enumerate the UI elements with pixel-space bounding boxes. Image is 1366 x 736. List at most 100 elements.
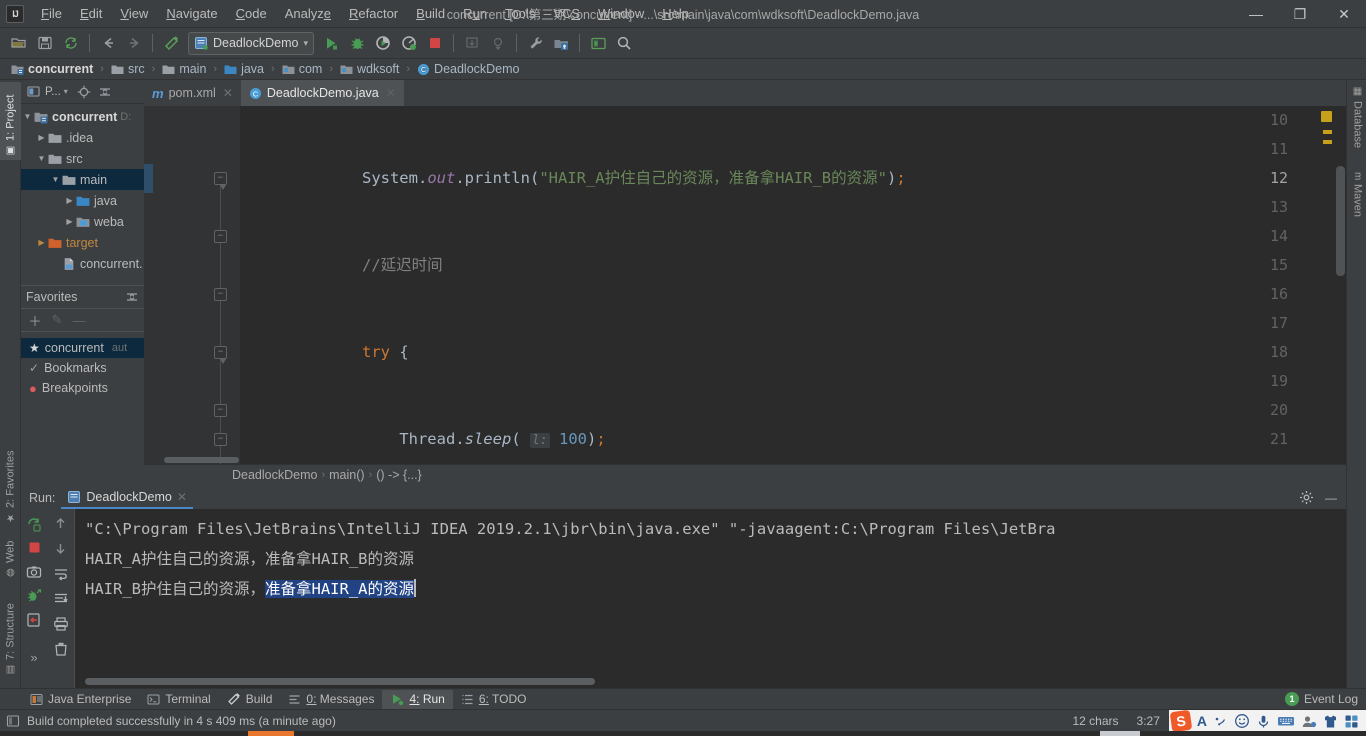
user-icon[interactable] — [1301, 714, 1317, 729]
structure-crumb-method[interactable]: main() — [325, 468, 368, 482]
update-project-icon[interactable] — [460, 31, 484, 55]
menu-item-vcs[interactable]: VCS — [544, 2, 589, 25]
menu-item-help[interactable]: Help — [653, 2, 698, 25]
build-hammer-icon[interactable] — [159, 31, 183, 55]
breadcrumb-item-concurrent[interactable]: concurrent — [8, 62, 96, 76]
clear-all-icon[interactable] — [50, 638, 71, 659]
code-text[interactable]: System.out.println("HAIR_A护住自己的资源，准备拿HAI… — [240, 106, 1306, 485]
close-icon[interactable]: ✕ — [177, 490, 187, 504]
warning-marker[interactable] — [1323, 130, 1332, 134]
minimize-button[interactable]: — — [1234, 0, 1278, 28]
run-icon[interactable] — [319, 31, 343, 55]
event-log-button[interactable]: 1 Event Log — [1284, 692, 1358, 706]
save-all-icon[interactable] — [33, 31, 57, 55]
menu-item-view[interactable]: View — [111, 2, 157, 25]
tool-button-terminal[interactable]: Terminal — [139, 690, 218, 709]
scroll-up-icon[interactable] — [50, 513, 71, 534]
add-icon[interactable]: ＋ — [25, 310, 45, 330]
sidebar-item-maven[interactable]: m Maven — [1347, 168, 1366, 230]
favorites-item-concurrent[interactable]: ★ concurrent aut — [21, 338, 144, 358]
scroll-down-icon[interactable] — [50, 538, 71, 559]
code-fold-toggle[interactable]: − — [214, 230, 227, 243]
code-fold-toggle[interactable]: − — [214, 404, 227, 417]
taskbar-item-active[interactable] — [248, 731, 294, 736]
breadcrumb-item-main[interactable]: main — [159, 62, 209, 76]
sogou-logo-icon[interactable]: S — [1169, 709, 1193, 733]
maximize-button[interactable]: ❐ — [1278, 0, 1322, 28]
tree-node-concurrent-file[interactable]: concurrent. — [21, 253, 144, 274]
screenshot-icon[interactable] — [24, 561, 45, 582]
breadcrumb-item-deadlockdemo[interactable]: C DeadlockDemo — [414, 62, 522, 76]
code-fold-toggle[interactable]: − — [214, 288, 227, 301]
settings-wrench-icon[interactable] — [523, 31, 547, 55]
gear-icon[interactable] — [1297, 489, 1315, 507]
code-editor[interactable]: 10 11 12 13 14 15 16 17 18 19 20 21 − − … — [144, 106, 1346, 485]
menu-item-run[interactable]: Run — [454, 2, 496, 25]
edit-icon[interactable]: ✎ — [47, 310, 67, 330]
code-fold-toggle[interactable]: − — [214, 433, 227, 446]
expand-arrow-icon[interactable]: ▼ — [35, 154, 48, 163]
collapse-all-icon[interactable] — [96, 83, 114, 101]
close-icon[interactable]: ✕ — [386, 86, 396, 100]
input-mode-icon[interactable]: A — [1197, 713, 1207, 729]
editor-vertical-scrollbar[interactable] — [1336, 166, 1345, 276]
code-fold-toggle[interactable]: − — [214, 172, 227, 190]
scroll-to-end-icon[interactable] — [50, 588, 71, 609]
tool-button-messages[interactable]: 0: Messages — [280, 690, 382, 709]
thread-dump-icon[interactable] — [24, 585, 45, 606]
close-button[interactable]: ✕ — [1322, 0, 1366, 28]
menu-item-refactor[interactable]: Refactor — [340, 2, 407, 25]
breadcrumb-item-com[interactable]: com — [279, 62, 326, 76]
tool-button-run[interactable]: 4: Run — [382, 689, 453, 709]
profile-icon[interactable] — [397, 31, 421, 55]
taskbar-item-light[interactable] — [1100, 731, 1140, 736]
forward-arrow-icon[interactable] — [122, 31, 146, 55]
remove-icon[interactable]: — — [69, 310, 89, 330]
tree-node-target[interactable]: ▶ target — [21, 232, 144, 253]
sidebar-item-database[interactable]: ▦ Database — [1347, 82, 1366, 162]
terminal-icon[interactable] — [586, 31, 610, 55]
expand-arrow-icon[interactable]: ▶ — [35, 133, 48, 142]
inspection-status-widget[interactable] — [1321, 111, 1332, 122]
run-tab-deadlockdemo[interactable]: DeadlockDemo ✕ — [61, 486, 193, 509]
chevron-down-icon[interactable]: ▾ — [64, 87, 68, 96]
tool-button-todo[interactable]: 6: TODO — [453, 690, 535, 709]
sync-icon[interactable] — [59, 31, 83, 55]
breadcrumb-item-java[interactable]: java — [221, 62, 267, 76]
expand-arrow-icon[interactable]: ▶ — [63, 196, 76, 205]
menu-item-build[interactable]: Build — [407, 2, 454, 25]
collapse-all-icon[interactable] — [125, 290, 139, 304]
locate-icon[interactable] — [75, 83, 93, 101]
apps-icon[interactable] — [1344, 714, 1359, 729]
menu-item-analyze[interactable]: Analyze — [276, 2, 340, 25]
keyboard-icon[interactable] — [1277, 714, 1295, 728]
console-horizontal-scrollbar[interactable] — [85, 678, 595, 685]
menu-item-file[interactable]: File — [32, 2, 71, 25]
status-message[interactable]: Build completed successfully in 4 s 409 … — [6, 714, 336, 728]
run-with-coverage-icon[interactable] — [371, 31, 395, 55]
project-structure-icon[interactable] — [549, 31, 573, 55]
expand-arrow-icon[interactable]: ▶ — [63, 217, 76, 226]
warning-marker[interactable] — [1323, 140, 1332, 144]
print-icon[interactable] — [50, 613, 71, 634]
soft-wrap-icon[interactable] — [50, 563, 71, 584]
stop-icon[interactable] — [423, 31, 447, 55]
favorites-item-bookmarks[interactable]: ✓ Bookmarks — [21, 358, 144, 378]
export-icon[interactable] — [24, 609, 45, 630]
menu-item-edit[interactable]: Edit — [71, 2, 111, 25]
close-icon[interactable]: ✕ — [223, 86, 233, 100]
expand-arrow-icon[interactable]: ▼ — [49, 175, 62, 184]
search-icon[interactable] — [612, 31, 636, 55]
editor-error-stripe[interactable] — [1322, 106, 1334, 485]
commit-icon[interactable] — [486, 31, 510, 55]
breadcrumb-item-wdksoft[interactable]: wdksoft — [337, 62, 402, 76]
rerun-icon[interactable] — [24, 513, 45, 534]
run-configuration-selector[interactable]: DeadlockDemo ▾ — [188, 31, 314, 55]
sidebar-item-structure[interactable]: ▥ 7: Structure — [0, 587, 21, 679]
skin-icon[interactable] — [1323, 714, 1338, 729]
voice-icon[interactable] — [1256, 714, 1271, 729]
minimize-panel-icon[interactable]: — — [1322, 489, 1340, 507]
open-folder-icon[interactable] — [7, 31, 31, 55]
tree-node-src[interactable]: ▼ src — [21, 148, 144, 169]
emoji-icon[interactable] — [1234, 713, 1250, 729]
